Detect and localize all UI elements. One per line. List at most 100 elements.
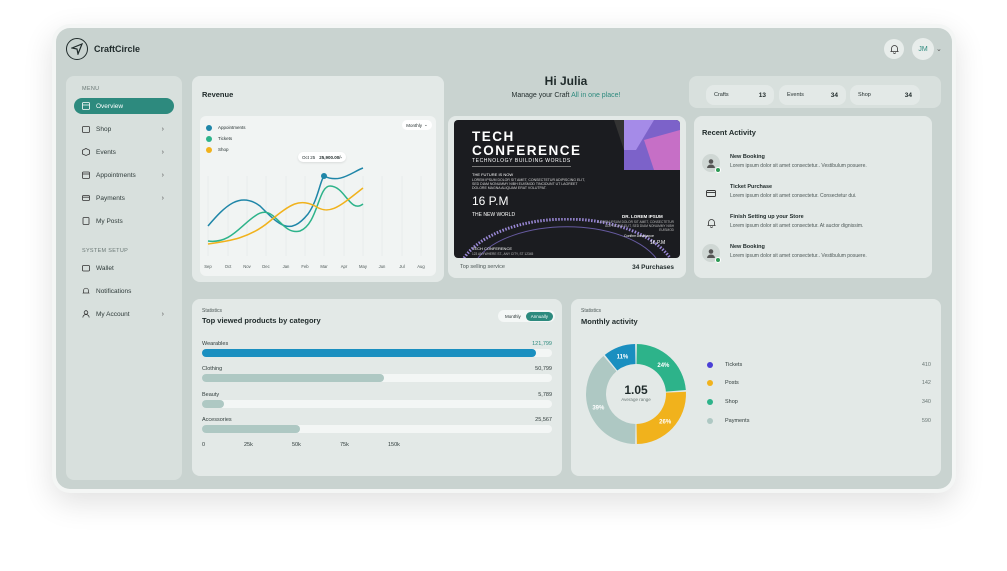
appointments-line xyxy=(207,167,364,228)
month-tick: May xyxy=(359,264,367,269)
legend-value: 590 xyxy=(921,418,931,424)
top-bar: CraftCircle JM ⌄ xyxy=(56,28,952,70)
sidebar-item-label: Overview xyxy=(96,102,124,110)
donut-center-label: Average range xyxy=(621,397,651,402)
month-tick: Jan xyxy=(282,264,290,269)
donut-slice-label: 39% xyxy=(592,406,605,412)
poster-title: TECH CONFERENCE xyxy=(472,130,582,158)
legend-swatch xyxy=(707,418,713,424)
poster-time: 16 P.M xyxy=(472,194,509,208)
stat-shop[interactable]: Shop 34 xyxy=(850,85,920,105)
legend-value: 142 xyxy=(921,380,931,386)
online-indicator xyxy=(715,257,721,263)
monthly-activity-title: Monthly activity xyxy=(581,317,638,326)
toggle-annually[interactable]: Annually xyxy=(525,311,554,321)
bar-track xyxy=(202,400,552,408)
bar-fill xyxy=(202,425,300,433)
activity-item[interactable]: New Booking Lorem ipsum dolor sit amet c… xyxy=(702,242,922,270)
bar-track xyxy=(202,349,552,357)
donut-slice-label: 11% xyxy=(617,354,629,360)
tooltip-point xyxy=(321,173,327,179)
axis-tick: 50k xyxy=(292,442,301,448)
bar-track xyxy=(202,374,552,382)
tooltip-value: 25,900.00/- xyxy=(319,154,343,160)
chevron-right-icon: › xyxy=(161,148,164,156)
stat-crafts[interactable]: Crafts 13 xyxy=(706,85,774,105)
legend-swatch xyxy=(707,380,713,386)
stat-label: Events xyxy=(787,92,804,98)
stat-label: Crafts xyxy=(714,92,729,98)
revenue-chart-panel: Monthly ⌄ Appointments Tickets Shop Oct 2… xyxy=(200,116,436,276)
month-tick: Sep xyxy=(204,264,212,269)
stat-events[interactable]: Events 34 xyxy=(779,85,846,105)
sidebar-item-label: My Posts xyxy=(96,217,123,225)
toggle-monthly[interactable]: Monthly xyxy=(500,312,526,321)
month-tick: Feb xyxy=(301,264,309,269)
greeting-area: Hi Julia Manage your Craft All in one pl… xyxy=(444,74,688,104)
activity-desc: Lorem ipsum dolor sit amet consectetur..… xyxy=(730,163,867,169)
top-service-card[interactable]: TECH CONFERENCE TECHNOLOGY BUILDING WORLD… xyxy=(448,116,686,278)
sidebar-item-shop[interactable]: Shop › xyxy=(74,121,174,137)
card-overline: Statistics xyxy=(202,308,223,314)
system-setup-label: SYSTEM SETUP xyxy=(82,248,129,254)
legend-value: 410 xyxy=(921,362,931,368)
activity-item[interactable]: Finish Setting up your Store Lorem ipsum… xyxy=(702,212,922,240)
sidebar-item-label: Events xyxy=(96,148,116,156)
activity-title: New Booking xyxy=(730,154,765,160)
chevron-right-icon: › xyxy=(161,125,164,133)
stat-label: Shop xyxy=(858,92,871,98)
greeting-sub-prefix: Manage your Craft xyxy=(511,92,570,99)
bell-icon xyxy=(889,45,899,54)
month-tick: Jul xyxy=(399,264,405,269)
legend-value: 340 xyxy=(921,399,931,405)
sidebar-item-appointments[interactable]: Appointments › xyxy=(74,167,174,183)
sidebar-item-overview[interactable]: Overview xyxy=(74,98,174,114)
sidebar-item-label: My Account xyxy=(96,310,130,318)
top-viewed-card: Statistics Top viewed products by catego… xyxy=(192,299,562,476)
sidebar-item-payments[interactable]: Payments › xyxy=(74,190,174,206)
activity-title: Finish Setting up your Store xyxy=(730,214,804,220)
axis-tick: 150k xyxy=(388,442,400,448)
activity-desc: Lorem ipsum dolor sit amet consectetur. … xyxy=(730,193,857,199)
revenue-line-chart xyxy=(207,167,422,256)
tickets-line xyxy=(207,185,364,242)
event-poster[interactable]: TECH CONFERENCE TECHNOLOGY BUILDING WORLD… xyxy=(454,120,680,258)
activity-item[interactable]: Ticket Purchase Lorem ipsum dolor sit am… xyxy=(702,182,922,210)
activity-title: Ticket Purchase xyxy=(730,184,773,190)
sidebar-item-label: Wallet xyxy=(96,264,114,272)
purchases-count: 34 Purchases xyxy=(632,264,674,271)
poster-pm: 16 P.M xyxy=(650,240,666,246)
notifications-button[interactable] xyxy=(884,39,904,59)
greeting-subtitle: Manage your Craft All in one place! xyxy=(444,92,688,99)
month-tick: Nov xyxy=(243,264,251,269)
sidebar-item-my-posts[interactable]: My Posts xyxy=(74,213,174,229)
card-overline: Statistics xyxy=(581,308,602,314)
stat-value: 13 xyxy=(758,91,766,99)
user-avatar[interactable]: JM xyxy=(912,38,934,60)
poster-title-line: TECH xyxy=(472,129,515,144)
document-icon xyxy=(82,217,90,225)
activity-item[interactable]: New Booking Lorem ipsum dolor sit amet c… xyxy=(702,152,922,180)
bar-label: Beauty xyxy=(202,392,220,398)
legend-swatch xyxy=(707,399,713,405)
bar-value: 121,799 xyxy=(532,341,552,347)
brand-logo[interactable]: CraftCircle xyxy=(66,38,140,60)
sidebar-item-notifications[interactable]: Notifications xyxy=(74,283,174,299)
poster-address: 123 ANYWHERE ST., ANY CITY, ST 12345 xyxy=(472,252,534,256)
stat-value: 34 xyxy=(830,91,838,99)
sidebar-item-wallet[interactable]: Wallet xyxy=(74,260,174,276)
user-icon xyxy=(82,310,90,318)
period-toggle[interactable]: Monthly Annually xyxy=(498,310,556,322)
month-tick: Dec xyxy=(262,264,270,269)
online-indicator xyxy=(715,167,721,173)
poster-tc: TECH CONFERENCE xyxy=(472,246,513,251)
sidebar-item-label: Shop xyxy=(96,125,112,133)
compass-icon xyxy=(66,38,88,60)
sidebar-item-events[interactable]: Events › xyxy=(74,144,174,160)
monthly-activity-card: Statistics Monthly activity 11% 24% 26% 39%… xyxy=(571,299,941,476)
chevron-down-icon[interactable]: ⌄ xyxy=(936,45,942,53)
bar-value: 50,799 xyxy=(535,366,552,372)
sidebar-item-my-account[interactable]: My Account › xyxy=(74,306,174,322)
bar-label: Accessories xyxy=(202,417,232,423)
calendar-icon xyxy=(82,171,90,179)
